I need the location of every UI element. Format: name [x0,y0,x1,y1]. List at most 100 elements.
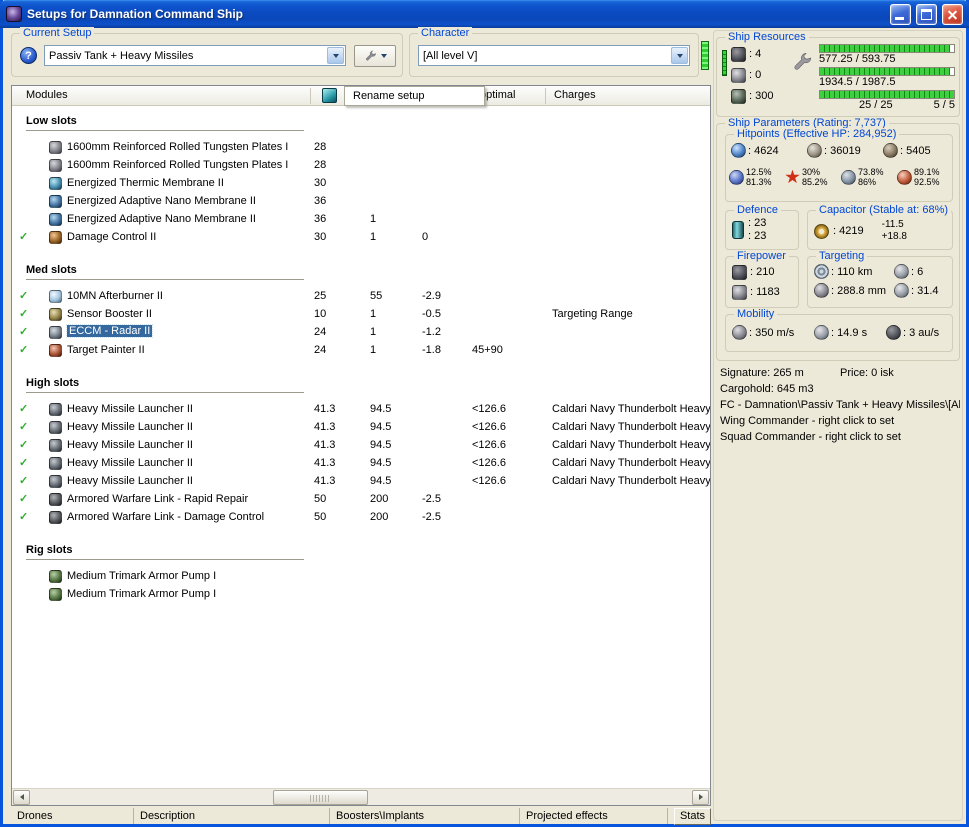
missile-launcher-icon [49,403,62,416]
col-secondary: 94.5 [370,421,392,433]
wing-commander-text[interactable]: Wing Commander - right click to set [720,415,894,427]
module-row[interactable]: ✓ Target Painter II 24 1 -1.8 45+90 [12,342,710,360]
col-cpu: 24 [314,326,327,338]
scrollbar-thumb[interactable] [273,789,368,805]
mobility-title: Mobility [734,308,778,320]
setup-combobox-arrow[interactable] [327,47,344,64]
fitted-check-icon: ✓ [19,475,29,487]
module-row[interactable]: ✓ Armored Warfare Link - Rapid Repair 50… [12,491,710,509]
targeting-title: Targeting [816,250,868,262]
modules-column-header[interactable]: Modules [26,89,68,101]
launcher-hardpoints-value: 0 [749,69,761,81]
setup-combobox-value: Passiv Tank + Heavy Missiles [49,49,194,62]
tab-description[interactable]: Description [134,808,330,824]
hitpoints-title: Hitpoints (Effective HP: 284,952) [734,128,900,140]
section-title: Rig slots [26,544,304,560]
col-cpu: 24 [314,344,327,356]
missile-dps-icon [732,284,747,300]
em-shield-resist: 12.5% [746,167,772,177]
col-cpu: 25 [314,290,327,302]
module-row[interactable]: ✓ Heavy Missile Launcher II 41.3 94.5 <1… [12,401,710,419]
cargohold-text: Cargohold: 645 m3 [720,383,814,395]
armor-rig-icon [49,588,62,601]
structure-icon [883,143,898,158]
module-name: Armored Warfare Link - Damage Control [67,511,265,523]
missile-dps: 1183 [750,286,780,298]
section-title: Low slots [26,115,304,131]
module-row[interactable]: Medium Trimark Armor Pump I [12,568,710,586]
scrollbar-track[interactable] [31,789,691,805]
module-row[interactable]: 1600mm Reinforced Rolled Tungsten Plates… [12,139,710,157]
explosive-armor-resist: 85.2% [802,177,828,187]
module-row[interactable]: ✓ Heavy Missile Launcher II 41.3 94.5 <1… [12,419,710,437]
module-row[interactable]: ✓ Heavy Missile Launcher II 41.3 94.5 <1… [12,437,710,455]
module-name: Medium Trimark Armor Pump I [67,588,217,600]
sensor-booster-icon [49,308,62,321]
module-row[interactable]: Energized Adaptive Nano Membrane II 36 [12,193,710,211]
module-row[interactable]: Energized Thermic Membrane II 30 [12,175,710,193]
module-name: Target Painter II [67,344,145,356]
defence-icon [732,221,744,239]
fitted-check-icon: ✓ [19,344,29,356]
tab-stats[interactable]: Stats [674,807,711,825]
fitted-check-icon: ✓ [19,231,29,243]
minimize-icon [895,16,904,20]
module-row[interactable]: ✓ ECCM - Radar II 24 1 -1.2 [12,324,710,342]
fitted-check-icon: ✓ [19,403,29,415]
fitted-check-icon: ✓ [19,308,29,320]
charges-column-header[interactable]: Charges [554,89,596,101]
tab-boosters-implants[interactable]: Boosters\Implants [330,808,520,824]
module-name: Sensor Booster II [67,308,152,320]
col-charges: Caldari Navy Thunderbolt Heavy M [552,403,710,415]
tab-drones[interactable]: Drones [11,808,134,824]
section-rows: 1600mm Reinforced Rolled Tungsten Plates… [12,139,710,247]
module-name: Heavy Missile Launcher II [67,457,193,469]
targeting-range: 110 km [831,266,872,278]
armor-hp: 36019 [824,145,861,157]
launcher-hardpoints: 0 [731,67,773,83]
col-cpu: 41.3 [314,403,336,415]
scroll-right-button[interactable] [692,789,709,805]
module-name: Medium Trimark Armor Pump I [67,570,217,582]
horizontal-scrollbar[interactable] [12,788,710,805]
minimize-button[interactable] [890,3,911,25]
col-cpu: 41.3 [314,475,336,487]
col-secondary: 200 [370,493,389,505]
turret-hardpoints-value: 4 [749,48,761,60]
scroll-left-button[interactable] [13,789,30,805]
calibration-icon [731,88,746,104]
col-cap: -2.9 [422,290,441,302]
tools-dropdown-arrow [380,54,387,58]
module-row[interactable]: ✓ 10MN Afterburner II 25 55 -2.9 [12,288,710,306]
col-secondary: 1 [370,231,377,243]
launcher-hardpoints-icon [731,67,746,83]
module-row[interactable]: ✓ Heavy Missile Launcher II 41.3 94.5 <1… [12,455,710,473]
character-combobox[interactable]: [All level V] [418,45,690,66]
cpu-value: 1934.5 / 1987.5 [819,76,896,88]
module-row[interactable]: ✓ Sensor Booster II 10 1 -0.5 Targeting … [12,306,710,324]
setup-tools-button[interactable] [354,45,396,67]
optimal-column-header[interactable]: optimal [480,89,515,101]
module-row[interactable]: ✓ Armored Warfare Link - Damage Control … [12,509,710,527]
title-bar[interactable]: Setups for Damnation Command Ship [0,0,969,28]
setup-combobox[interactable]: Passiv Tank + Heavy Missiles [44,45,346,66]
module-row[interactable]: ✓ Heavy Missile Launcher II 41.3 94.5 <1… [12,473,710,491]
module-row[interactable]: 1600mm Reinforced Rolled Tungsten Plates… [12,157,710,175]
help-icon[interactable]: ? [20,47,37,64]
module-row[interactable]: Energized Adaptive Nano Membrane II 36 1 [12,211,710,229]
character-label: Character [418,27,473,39]
current-setup-label: Current Setup [20,27,95,39]
powergrid-value: 577.25 / 593.75 [819,53,896,65]
warp-speed-icon [886,325,901,340]
maximize-button[interactable] [916,3,937,25]
tab-projected-effects[interactable]: Projected effects [520,808,668,824]
module-row[interactable]: Medium Trimark Armor Pump I [12,586,710,604]
character-combobox-arrow[interactable] [671,47,688,64]
eccm-icon [49,326,62,339]
charges-column-icon[interactable] [322,88,337,103]
squad-commander-text[interactable]: Squad Commander - right click to set [720,431,901,443]
menu-item-rename-setup[interactable]: Rename setup [345,90,484,102]
col-secondary: 1 [370,344,377,356]
module-row[interactable]: ✓ Damage Control II 30 1 0 [12,229,710,247]
close-button[interactable] [942,3,963,25]
